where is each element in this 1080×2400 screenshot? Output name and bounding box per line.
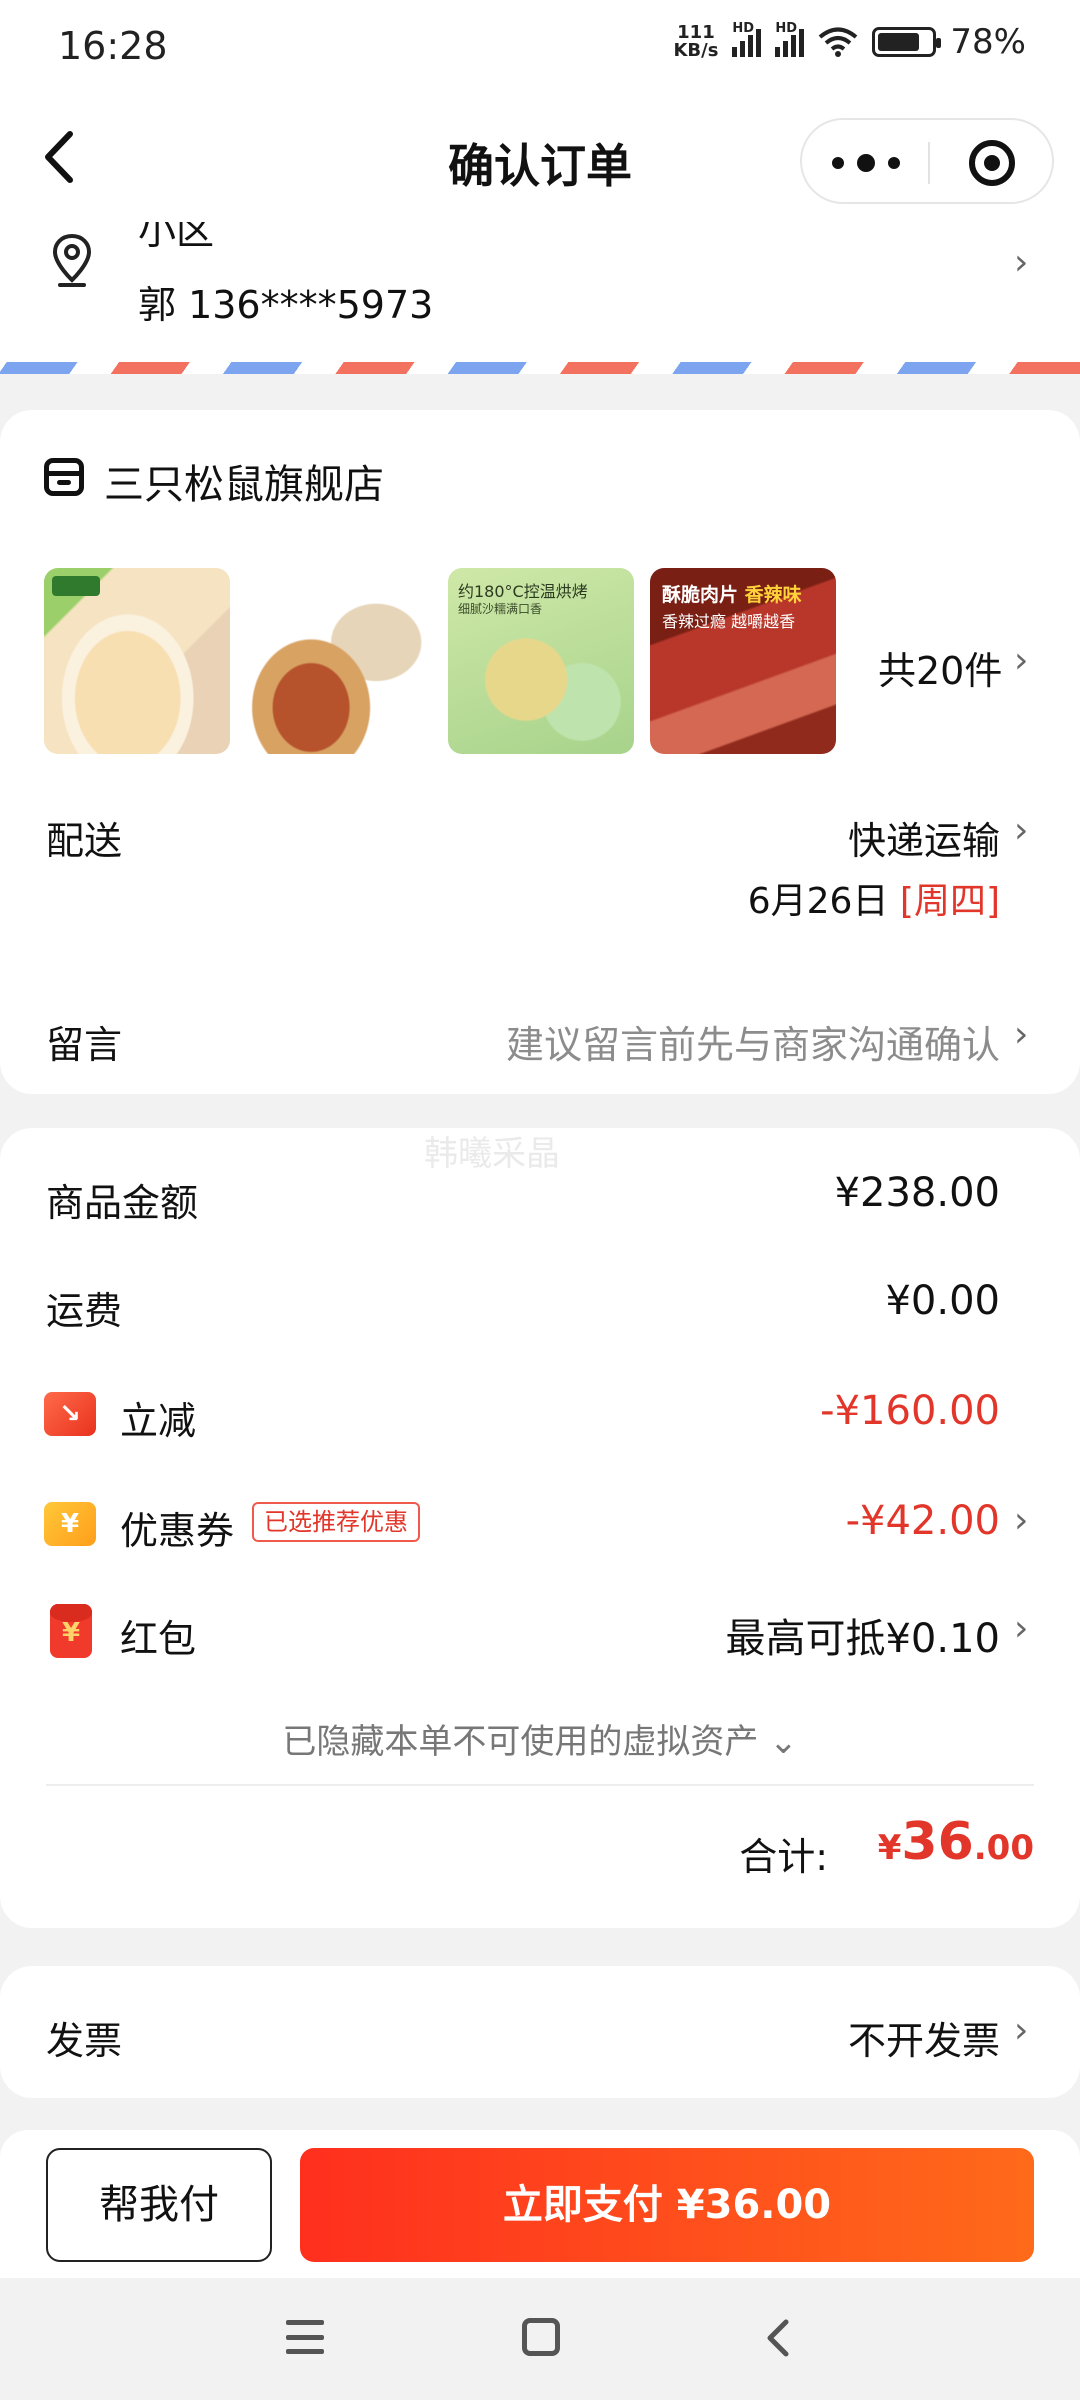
pay-now-button[interactable]: 立即支付 ¥36.00 [300, 2148, 1034, 2262]
thumbnail-subcaption: 细腻沙糯满口香 [458, 602, 543, 616]
store-card: 三只松鼠旗舰店 约180°C控温烘烤 细腻沙糯满口香 酥脆肉片 香辣味 香辣过瘾… [0, 410, 1080, 1094]
total-amount: ¥36.00 [877, 1812, 1034, 1872]
goods-amount-label: 商品金额 [46, 1181, 199, 1225]
airmail-border [0, 362, 1080, 374]
battery-icon [872, 27, 942, 57]
capsule-divider [928, 142, 930, 184]
product-thumbnail[interactable] [246, 568, 432, 754]
delivery-method[interactable]: 快递运输 [848, 810, 1000, 865]
invoice-card[interactable]: 发票 不开发票 › [0, 1966, 1080, 2098]
goods-amount-value: ¥238.00 [834, 1170, 1000, 1216]
location-pin-icon [52, 233, 92, 287]
product-thumbnail[interactable]: 酥脆肉片 香辣味 香辣过瘾 越嚼越香 [650, 568, 836, 754]
address-contact: 郭 136****5973 [138, 283, 434, 327]
net-speed: 111 KB/s [673, 22, 719, 61]
chevron-down-icon: ⌄ [769, 1722, 798, 1762]
help-pay-button[interactable]: 帮我付 [46, 2148, 272, 2262]
mini-program-capsule [800, 118, 1054, 204]
more-icon[interactable] [832, 154, 900, 172]
address-section[interactable]: 小区 郭 136****5973 › [0, 222, 1080, 370]
status-bar: 16:28 111 KB/s HD HD 78% [0, 0, 1080, 92]
battery-level [878, 33, 920, 51]
thumbnail-subcaption: 香辣过瘾 越嚼越香 [662, 612, 796, 631]
thumbnail-caption: 酥脆肉片 香辣味 [662, 584, 802, 606]
store-name[interactable]: 三只松鼠旗舰店 [104, 452, 384, 510]
divider [46, 1784, 1034, 1786]
brand-logo-tag [52, 576, 100, 596]
chevron-right-icon: › [1014, 1500, 1029, 1541]
hidden-assets-toggle[interactable]: 已隐藏本单不可使用的虚拟资产 ⌄ [0, 1714, 1080, 1763]
cell-signal-icon: HD [732, 21, 762, 57]
invoice-value: 不开发票 [847, 2019, 1000, 2063]
bottom-action-bar: 帮我付 立即支付 ¥36.00 [0, 2130, 1080, 2278]
red-packet-label: 红包 [120, 1617, 197, 1661]
chevron-right-icon: › [1014, 1608, 1029, 1649]
delivery-label: 配送 [46, 819, 123, 863]
close-miniprogram-icon[interactable] [969, 140, 1015, 186]
item-count[interactable]: 共20件 [878, 640, 1002, 695]
shipping-value: ¥0.00 [885, 1278, 1000, 1324]
delivery-date: 6月26日 [周四] [747, 881, 1000, 922]
home-icon[interactable] [522, 2318, 560, 2356]
system-nav-bar [0, 2278, 1080, 2400]
thumbnail-caption: 约180°C控温烘烤 [458, 582, 588, 601]
coupon-value[interactable]: -¥42.00 [846, 1498, 1000, 1544]
cell-signal-icon-2: HD [775, 21, 805, 57]
memo-label: 留言 [46, 1023, 123, 1067]
discount-down-icon: ↘ [44, 1392, 96, 1436]
wifi-icon [819, 27, 858, 57]
chevron-right-icon: › [1014, 1014, 1029, 1055]
store-icon [44, 458, 84, 496]
invoice-label: 发票 [46, 2019, 123, 2063]
shipping-label: 运费 [46, 1289, 123, 1333]
coupon-badge: 已选推荐优惠 [252, 1502, 420, 1542]
discount-label: 立减 [120, 1399, 197, 1443]
system-back-icon[interactable] [762, 2316, 792, 2360]
product-thumbnail[interactable]: 约180°C控温烘烤 细腻沙糯满口香 [448, 568, 634, 754]
nav-header: 确认订单 [0, 92, 1080, 222]
product-thumbnail[interactable] [44, 568, 230, 754]
red-packet-icon: ¥ [50, 1604, 92, 1658]
status-icons: 111 KB/s HD HD 78% [673, 21, 1026, 62]
status-time: 16:28 [58, 24, 168, 68]
address-line: 小区 [138, 222, 215, 253]
chevron-right-icon: › [1014, 640, 1029, 681]
chevron-right-icon: › [1014, 242, 1029, 283]
battery-percent: 78% [950, 22, 1026, 62]
coupon-label: 优惠券 [120, 1509, 235, 1553]
chevron-right-icon: › [1014, 810, 1029, 851]
red-packet-value[interactable]: 最高可抵¥0.10 [725, 1606, 1000, 1664]
watermark: 韩曦采晶 [424, 1134, 560, 1174]
coupon-icon: ¥ [44, 1502, 96, 1546]
total-label: 合计: [739, 1835, 828, 1879]
discount-value: -¥160.00 [820, 1388, 1000, 1434]
menu-icon[interactable] [286, 2320, 324, 2354]
memo-input[interactable]: 建议留言前先与商家沟通确认 [506, 1014, 1000, 1069]
chevron-right-icon: › [1014, 2010, 1029, 2051]
